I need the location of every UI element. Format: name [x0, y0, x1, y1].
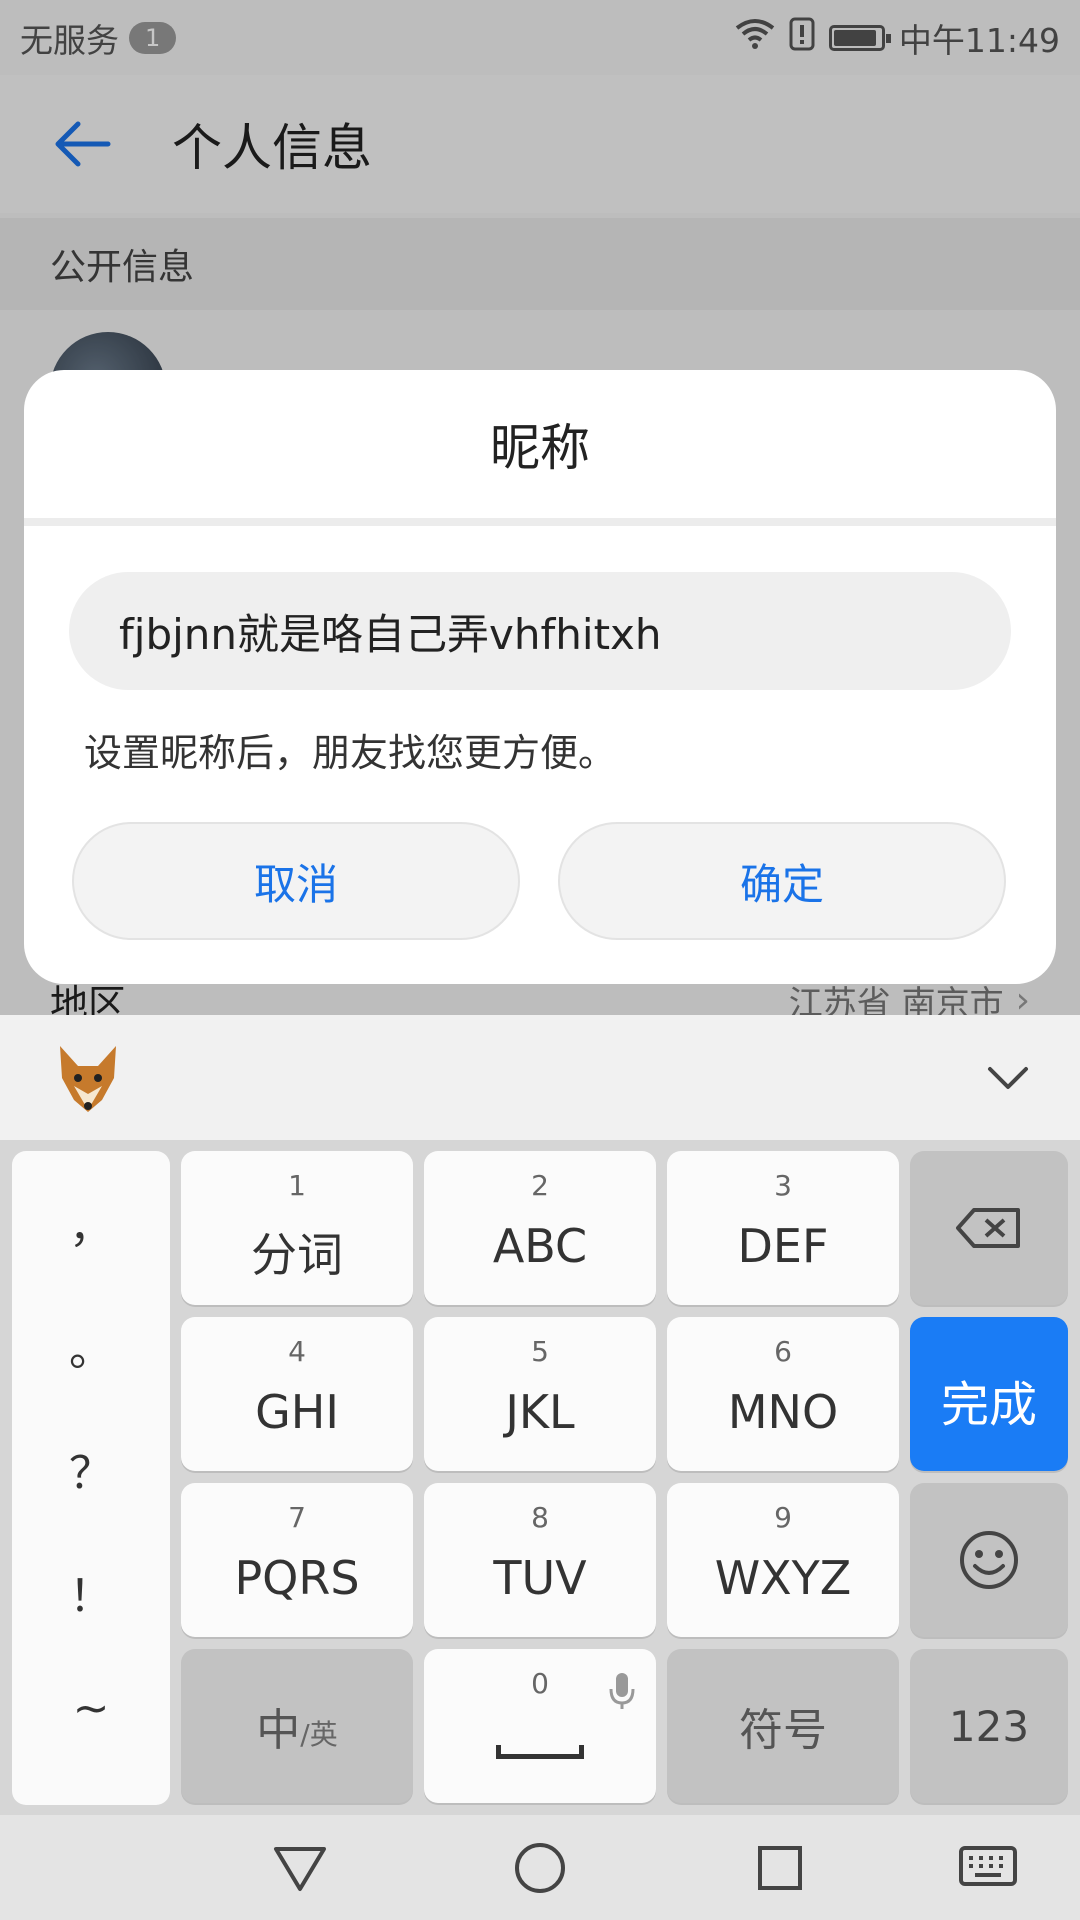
symbols-label: 符号: [739, 1705, 827, 1756]
microphone-icon: [608, 1671, 636, 1715]
key-2[interactable]: 2 ABC: [424, 1151, 656, 1305]
punctuation-key[interactable]: 。: [12, 1314, 170, 1378]
punctuation-key[interactable]: ！: [12, 1560, 170, 1624]
key-number: 9: [774, 1501, 792, 1534]
back-triangle-icon[interactable]: [265, 1833, 335, 1903]
nickname-input[interactable]: fjbjnn就是咯自己弄vhfhitxh: [69, 572, 1011, 690]
navigation-bar: [0, 1815, 1080, 1920]
emoji-key[interactable]: [910, 1483, 1068, 1637]
key-number: 7: [288, 1501, 306, 1534]
done-key[interactable]: 完成: [910, 1317, 1068, 1471]
fox-logo-icon[interactable]: [48, 1038, 128, 1118]
keyboard-icon[interactable]: [953, 1833, 1023, 1903]
nickname-dialog: 昵称 fjbjnn就是咯自己弄vhfhitxh 设置昵称后，朋友找您更方便。 取…: [24, 370, 1056, 984]
done-label: 完成: [940, 1377, 1037, 1433]
language-label: 中/英: [181, 1649, 413, 1803]
key-7[interactable]: 7 PQRS: [181, 1483, 413, 1637]
home-circle-icon[interactable]: [505, 1833, 575, 1903]
key-number: 5: [531, 1335, 549, 1368]
dialog-title: 昵称: [490, 419, 590, 477]
key-5[interactable]: 5 JKL: [424, 1317, 656, 1471]
key-label: JKL: [505, 1385, 575, 1439]
key-label: GHI: [255, 1385, 339, 1439]
key-label: 分词: [251, 1228, 343, 1282]
key-label: MNO: [727, 1385, 839, 1439]
lang-sub: /英: [300, 1718, 338, 1751]
punctuation-key[interactable]: ~: [12, 1683, 170, 1734]
cancel-button[interactable]: 取消: [72, 822, 520, 940]
language-switch-key[interactable]: 中/英: [181, 1649, 413, 1803]
confirm-button[interactable]: 确定: [558, 822, 1006, 940]
key-label: PQRS: [234, 1551, 360, 1605]
key-number: 8: [531, 1501, 549, 1534]
smiley-icon: [910, 1483, 1068, 1637]
key-label: WXYZ: [714, 1551, 852, 1605]
numbers-label: 123: [948, 1701, 1030, 1751]
key-1[interactable]: 1 分词: [181, 1151, 413, 1305]
key-label: DEF: [737, 1219, 829, 1273]
key-9[interactable]: 9 WXYZ: [667, 1483, 899, 1637]
space-key[interactable]: 0: [424, 1649, 656, 1803]
punctuation-column[interactable]: ， 。 ？ ！ ~: [12, 1151, 170, 1805]
key-number: 1: [288, 1169, 306, 1202]
lang-main: 中: [256, 1705, 301, 1756]
key-6[interactable]: 6 MNO: [667, 1317, 899, 1471]
keyboard-toolbar: [0, 1015, 1080, 1140]
backspace-icon: [910, 1151, 1068, 1305]
key-number: 4: [288, 1335, 306, 1368]
keyboard: ， 。 ？ ！ ~ 1 分词 2 ABC 3 DEF 4 GHI 5 JKL 6…: [0, 1015, 1080, 1815]
key-label: TUV: [493, 1551, 587, 1605]
dialog-divider: [24, 518, 1056, 526]
key-label: ABC: [492, 1219, 588, 1273]
key-4[interactable]: 4 GHI: [181, 1317, 413, 1471]
key-number: 6: [774, 1335, 792, 1368]
symbols-key[interactable]: 符号: [667, 1649, 899, 1803]
dialog-hint: 设置昵称后，朋友找您更方便。: [84, 731, 617, 775]
key-number: 3: [774, 1169, 792, 1202]
recents-square-icon[interactable]: [745, 1833, 815, 1903]
numbers-key[interactable]: 123: [910, 1649, 1068, 1803]
collapse-keyboard-icon[interactable]: [978, 1048, 1038, 1108]
key-3[interactable]: 3 DEF: [667, 1151, 899, 1305]
key-number: 2: [531, 1169, 549, 1202]
punctuation-key[interactable]: ？: [12, 1437, 170, 1501]
punctuation-key[interactable]: ，: [12, 1191, 170, 1255]
backspace-key[interactable]: [910, 1151, 1068, 1305]
space-bar-icon: [496, 1745, 584, 1759]
key-8[interactable]: 8 TUV: [424, 1483, 656, 1637]
